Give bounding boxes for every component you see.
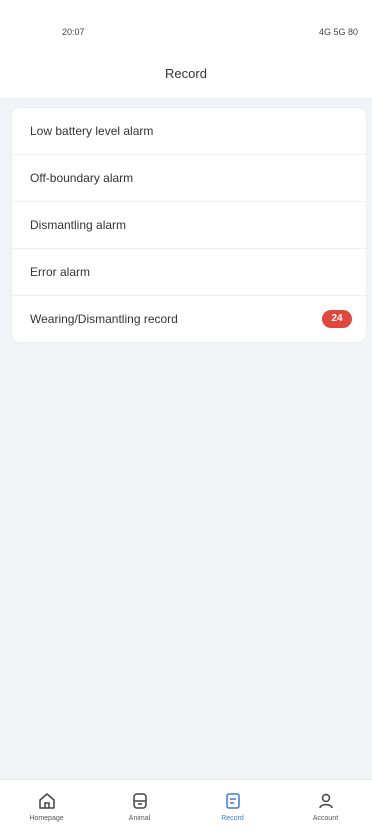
tab-label: Record [221, 814, 244, 822]
tab-label: Animal [128, 814, 151, 822]
record-list: Low battery level alarm Off-boundary ala… [12, 108, 366, 342]
tab-animal[interactable]: Animal [103, 791, 177, 822]
status-indicators: 4G 5G 80 [318, 27, 358, 37]
count-badge: 24 [322, 310, 352, 328]
tab-record[interactable]: Record [196, 791, 270, 822]
list-item-label: Off-boundary alarm [30, 171, 134, 185]
list-item-label: Low battery level alarm [30, 124, 154, 138]
bottom-tab-bar: Homepage Animal Record Account [0, 779, 372, 832]
list-item-label: Dismantling alarm [30, 218, 127, 232]
user-icon [318, 793, 333, 808]
page-title: Record [165, 66, 207, 81]
tab-label: Account [312, 814, 339, 822]
tab-account[interactable]: Account [289, 791, 363, 822]
list-item-label: Wearing/Dismantling record [30, 312, 178, 326]
tab-homepage[interactable]: Homepage [10, 791, 84, 822]
list-item-dismantling[interactable]: Dismantling alarm [12, 202, 366, 249]
list-item-error[interactable]: Error alarm [12, 249, 366, 296]
tab-label: Homepage [29, 814, 64, 822]
device-icon [132, 792, 147, 809]
home-icon [38, 792, 55, 809]
status-time: 20:07 [62, 27, 85, 37]
list-item-off-boundary[interactable]: Off-boundary alarm [12, 155, 366, 202]
list-item-label: Error alarm [30, 265, 91, 279]
list-item-wearing-record[interactable]: Wearing/Dismantling record 24 [12, 296, 366, 342]
page-header: Record [0, 58, 372, 98]
list-item-low-battery[interactable]: Low battery level alarm [12, 108, 366, 155]
record-icon [225, 792, 240, 809]
status-bar: 20:07 4G 5G 80 [0, 0, 372, 58]
